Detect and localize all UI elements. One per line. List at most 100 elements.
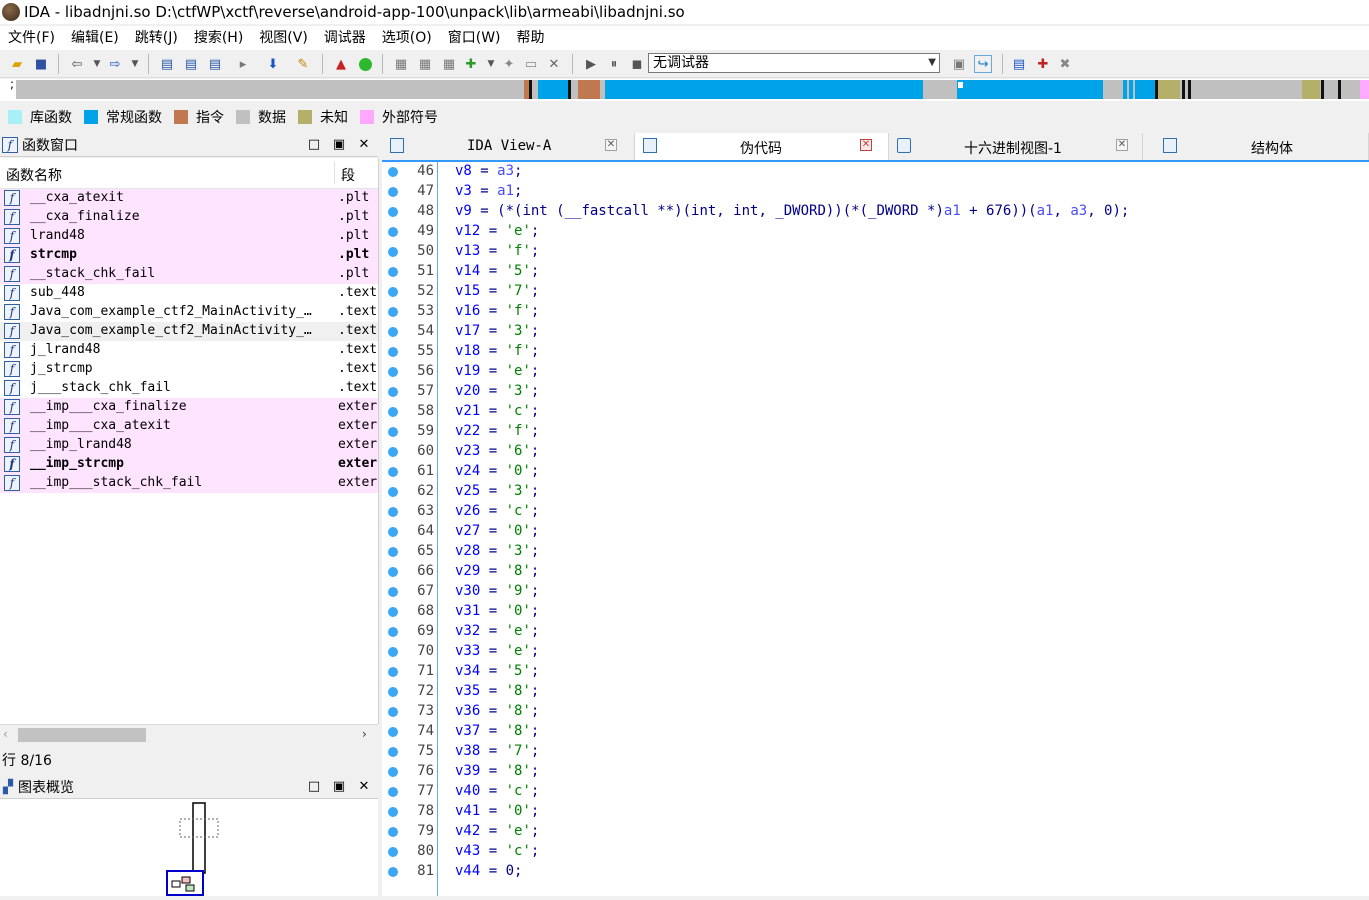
breakpoint-dot-icon[interactable] [388,727,398,737]
menu-file[interactable]: 文件(F) [0,26,63,50]
code-line[interactable]: 81 v44 = 0; [382,862,1369,882]
function-row[interactable]: f __stack_chk_fail .plt [0,265,378,284]
mark-position-icon[interactable]: ✎ [294,55,312,73]
breakpoint-dot-icon[interactable] [388,407,398,417]
code-line[interactable]: 76 v39 = '8'; [382,762,1369,782]
code-line[interactable]: 77 v40 = 'c'; [382,782,1369,802]
breakpoint-dot-icon[interactable] [388,347,398,357]
function-row[interactable]: f Java_com_example_ctf2_MainActivity_… .te… [0,303,378,322]
debug-attach-icon[interactable]: ▣ [950,55,968,73]
breakpoint-dot-icon[interactable] [388,647,398,657]
tab-structures[interactable]: 结构体 [1143,133,1369,160]
code-line[interactable]: 72 v35 = '8'; [382,682,1369,702]
menu-view[interactable]: 视图(V) [251,26,316,50]
jump-down-icon[interactable]: ⬇ [264,55,282,73]
pseudocode-view[interactable]: 46 v8 = a3; 47 v3 = a1; 48 v9 = (*(int (__fas… [382,162,1369,896]
code-line[interactable]: 54 v17 = '3'; [382,322,1369,342]
scroll-right-icon[interactable]: › [362,727,367,741]
code-line[interactable]: 63 v26 = 'c'; [382,502,1369,522]
breakpoint-dot-icon[interactable] [388,827,398,837]
column-segment[interactable]: 段 [341,165,355,185]
forward-arrow-icon[interactable]: ⇨ [106,55,124,73]
code-line[interactable]: 59 v22 = 'f'; [382,422,1369,442]
binoculars-text-icon[interactable]: ▤ [158,55,176,73]
code-line[interactable]: 55 v18 = 'f'; [382,342,1369,362]
undefine-icon[interactable]: ✦ [500,55,518,73]
breakpoint-dot-icon[interactable] [388,327,398,337]
function-row[interactable]: f lrand48 .plt [0,227,378,246]
delete-icon[interactable]: ✕ [545,55,563,73]
menu-options[interactable]: 选项(O) [374,26,440,50]
code-line[interactable]: 79 v42 = 'e'; [382,822,1369,842]
code-line[interactable]: 64 v27 = '0'; [382,522,1369,542]
code-line[interactable]: 47 v3 = a1; [382,182,1369,202]
code-line[interactable]: 80 v43 = 'c'; [382,842,1369,862]
breakpoint-dot-icon[interactable] [388,787,398,797]
function-row[interactable]: f strcmp .plt [0,246,378,265]
debugger-select[interactable]: 无调试器 ▼ [648,53,940,73]
open-folder-icon[interactable]: ▰ [8,55,26,73]
function-row[interactable]: f __imp_strcmp exter [0,455,378,474]
scrollbar-thumb[interactable] [18,728,146,742]
code-line[interactable]: 69 v32 = 'e'; [382,622,1369,642]
breakpoint-dot-icon[interactable] [388,607,398,617]
breakpoint-dot-icon[interactable] [388,747,398,757]
float-icon[interactable]: ▣ [329,776,349,798]
close-icon[interactable]: ✕ [860,139,872,151]
breakpoint-dot-icon[interactable] [388,207,398,217]
horizontal-scrollbar[interactable]: ‹ › [0,724,378,745]
breakpoint-dot-icon[interactable] [388,467,398,477]
menu-search[interactable]: 搜索(H) [186,26,251,50]
function-row[interactable]: f j_strcmp .text [0,360,378,379]
breakpoint-dot-icon[interactable] [388,627,398,637]
breakpoint-dot-icon[interactable] [388,427,398,437]
play-icon[interactable]: ▶ [582,55,600,73]
breakpoint-dot-icon[interactable] [388,367,398,377]
close-icon[interactable]: ✕ [354,134,374,156]
breakpoint-dot-icon[interactable] [388,267,398,277]
green-circle-icon[interactable] [356,55,374,73]
binoculars-immediate-icon[interactable]: ▤ [206,55,224,73]
function-row[interactable]: f __cxa_atexit .plt [0,189,378,208]
breakpoint-dot-icon[interactable] [388,307,398,317]
code-line[interactable]: 57 v20 = '3'; [382,382,1369,402]
function-row[interactable]: f j___stack_chk_fail .text [0,379,378,398]
graph-overview-canvas[interactable] [0,799,378,896]
back-dropdown-icon[interactable]: ▼ [88,55,106,73]
breakpoint-dot-icon[interactable] [388,767,398,777]
menu-debugger[interactable]: 调试器 [316,26,374,50]
code-line[interactable]: 75 v38 = '7'; [382,742,1369,762]
menu-edit[interactable]: 编辑(E) [63,26,127,50]
navigation-band[interactable]: ; [0,78,1369,101]
function-row[interactable]: f __imp___cxa_atexit exter [0,417,378,436]
code-line[interactable]: 51 v14 = '5'; [382,262,1369,282]
debug-step-icon[interactable]: ↪ [974,55,992,73]
code-line[interactable]: 66 v29 = '8'; [382,562,1369,582]
add-icon[interactable]: ✚ [462,55,480,73]
code-line[interactable]: 61 v24 = '0'; [382,462,1369,482]
breakpoint-dot-icon[interactable] [388,287,398,297]
code-line[interactable]: 71 v34 = '5'; [382,662,1369,682]
structure-icon[interactable]: ▭ [522,55,540,73]
stop-icon[interactable]: ◼ [628,55,646,73]
tab-pseudocode[interactable]: 伪代码 ✕ [635,133,889,160]
breakpoint-dot-icon[interactable] [388,707,398,717]
menu-windows[interactable]: 窗口(W) [440,26,509,50]
breakpoint-dot-icon[interactable] [388,507,398,517]
code-line[interactable]: 65 v28 = '3'; [382,542,1369,562]
function-row[interactable]: f __imp___cxa_finalize exter [0,398,378,417]
function-row[interactable]: f j_lrand48 .text [0,341,378,360]
pause-icon[interactable]: ⏸ [605,55,623,73]
close-icon[interactable]: ✕ [605,139,617,151]
restore-icon[interactable]: □ [304,776,324,798]
forward-dropdown-icon[interactable]: ▼ [126,55,144,73]
function-row[interactable]: f __imp_lrand48 exter [0,436,378,455]
menu-help[interactable]: 帮助 [509,26,553,50]
breakpoint-dot-icon[interactable] [388,547,398,557]
breakpoint-dot-icon[interactable] [388,807,398,817]
code-line[interactable]: 56 v19 = 'e'; [382,362,1369,382]
code-line[interactable]: 53 v16 = 'f'; [382,302,1369,322]
code-line[interactable]: 74 v37 = '8'; [382,722,1369,742]
code-line[interactable]: 62 v25 = '3'; [382,482,1369,502]
add-dropdown-icon[interactable]: ▼ [482,55,500,73]
